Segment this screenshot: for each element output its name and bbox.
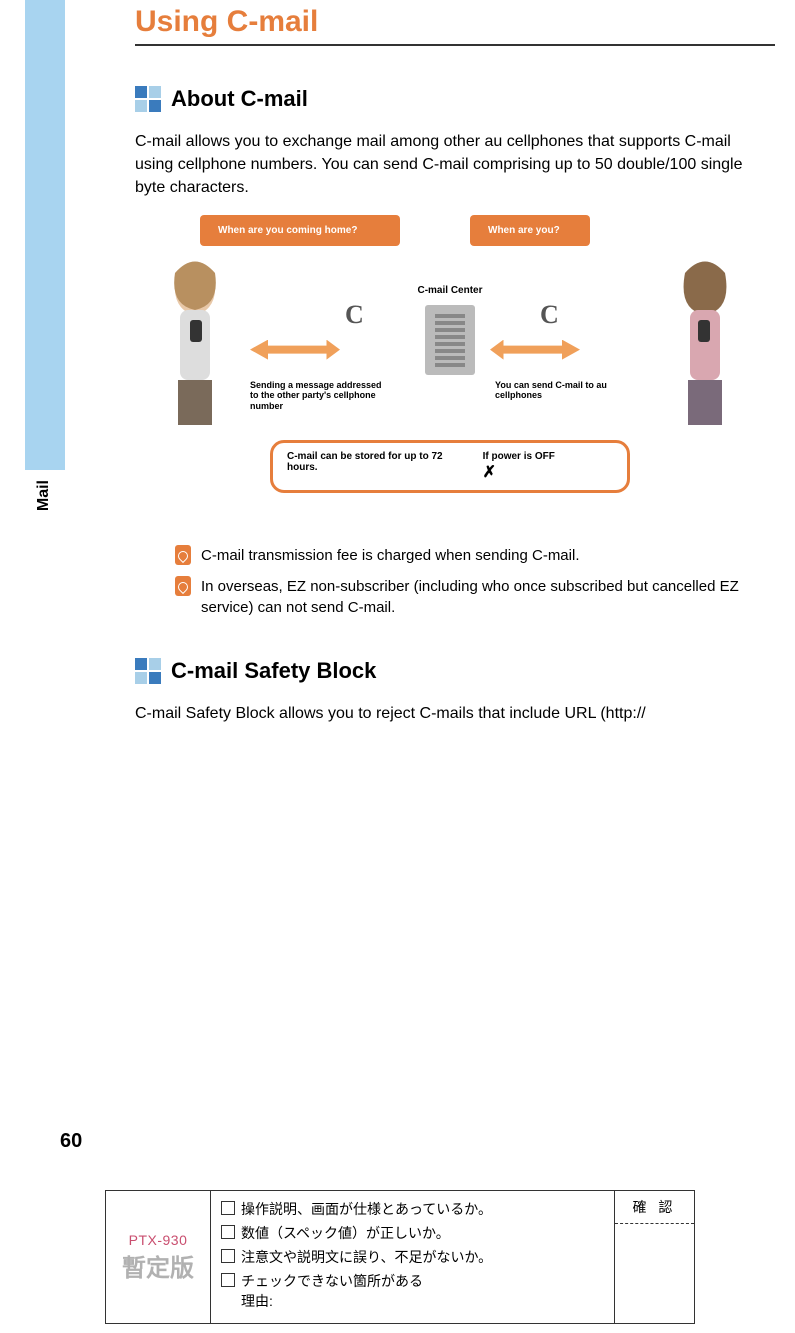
checkbox-icon[interactable] [221, 1225, 235, 1239]
speech-bubble-left: When are you coming home? [200, 215, 400, 246]
pointer-icon [175, 545, 191, 565]
note-row: C-mail transmission fee is charged when … [175, 545, 755, 566]
check-row: 数値（スペック値）が正しいか。 [221, 1223, 604, 1243]
bullet-icon [135, 658, 161, 684]
safety-body: C-mail Safety Block allows you to reject… [135, 702, 765, 725]
center-label: C-mail Center [417, 285, 482, 296]
arrow-left-icon [250, 340, 340, 360]
subheading-text: About C-mail [171, 86, 308, 112]
note-text: In overseas, EZ non-subscriber (includin… [201, 576, 755, 618]
review-left: PTX-930 暫定版 [106, 1191, 211, 1323]
building-icon [425, 305, 475, 375]
review-right: 確 認 [614, 1191, 694, 1323]
cmail-diagram: When are you coming home? When are you? … [150, 215, 750, 535]
model-code: PTX-930 [129, 1232, 188, 1248]
diagram-note-left: Sending a message addressed to the other… [250, 380, 390, 412]
subheading-text: C-mail Safety Block [171, 658, 376, 684]
check-row: 操作説明、画面が仕様とあっているか。 [221, 1199, 604, 1219]
check-label: チェックできない箇所がある 理由: [241, 1271, 423, 1311]
diagram-note-right: You can send C-mail to au cellphones [495, 380, 625, 402]
side-label: Mail [35, 480, 53, 511]
info-left: C-mail can be stored for up to 72 hours. [287, 451, 466, 482]
arrow-right-icon [490, 340, 580, 360]
check-label: 注意文や説明文に誤り、不足がないか。 [241, 1247, 492, 1267]
check-row: チェックできない箇所がある 理由: [221, 1271, 604, 1311]
check-row: 注意文や説明文に誤り、不足がないか。 [221, 1247, 604, 1267]
info-right-text: If power is OFF [483, 451, 555, 462]
checkbox-icon[interactable] [221, 1201, 235, 1215]
checkbox-icon[interactable] [221, 1273, 235, 1287]
confirm-label: 確 認 [615, 1191, 694, 1224]
notes-block: C-mail transmission fee is charged when … [175, 545, 755, 618]
page-content: Using C-mail About C-mail C-mail allows … [135, 5, 765, 740]
pointer-icon [175, 576, 191, 596]
c-logo-right-icon: C [540, 300, 559, 330]
title-underline [135, 44, 775, 46]
subheading-safety: C-mail Safety Block [135, 658, 765, 684]
page-number: 60 [60, 1130, 82, 1153]
woman-left-illustration [150, 255, 240, 435]
check-label: 数値（スペック値）が正しいか。 [241, 1223, 450, 1243]
c-logo-left-icon: C [345, 300, 364, 330]
check-label: 操作説明、画面が仕様とあっているか。 [241, 1199, 492, 1219]
diagram-info-box: C-mail can be stored for up to 72 hours.… [270, 440, 630, 493]
note-row: In overseas, EZ non-subscriber (includin… [175, 576, 755, 618]
info-right: If power is OFF ✗ [483, 451, 613, 482]
note-text: C-mail transmission fee is charged when … [201, 545, 580, 566]
woman-right-illustration [660, 255, 750, 435]
info-x-icon: ✗ [483, 464, 496, 481]
provisional-label: 暫定版 [122, 1248, 194, 1283]
side-tab [25, 0, 65, 470]
bullet-icon [135, 86, 161, 112]
page-title: Using C-mail [135, 5, 765, 39]
about-body: C-mail allows you to exchange mail among… [135, 130, 765, 200]
review-checklist: 操作説明、画面が仕様とあっているか。 数値（スペック値）が正しいか。 注意文や説… [211, 1191, 614, 1323]
subheading-about: About C-mail [135, 86, 765, 112]
review-box: PTX-930 暫定版 操作説明、画面が仕様とあっているか。 数値（スペック値）… [105, 1190, 695, 1324]
speech-bubble-right: When are you? [470, 215, 590, 246]
checkbox-icon[interactable] [221, 1249, 235, 1263]
